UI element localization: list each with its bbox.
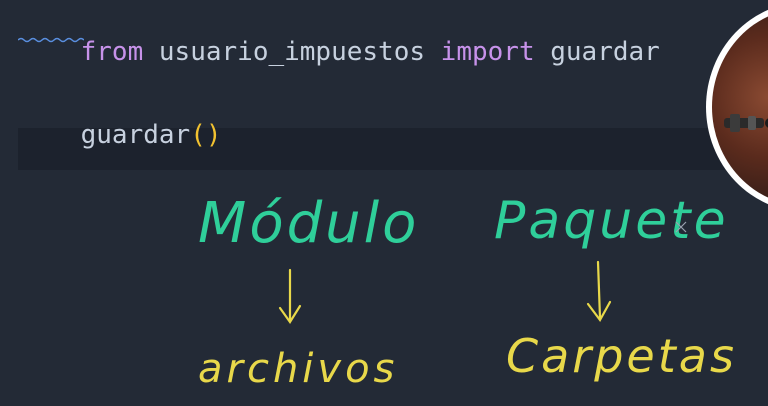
handwriting-layer: Módulo Paquete archivos Carpetas	[198, 191, 737, 392]
microphone-icon	[724, 114, 768, 132]
target-archivos: archivos	[198, 346, 398, 392]
arrow-left	[278, 268, 302, 324]
arrow-right	[586, 260, 612, 323]
editor-canvas: from usuario_impuestos import guardar gu…	[0, 0, 768, 406]
label-paquete: Paquete	[494, 191, 729, 251]
label-modulo: Módulo	[198, 191, 419, 256]
target-carpetas: Carpetas	[506, 329, 737, 383]
